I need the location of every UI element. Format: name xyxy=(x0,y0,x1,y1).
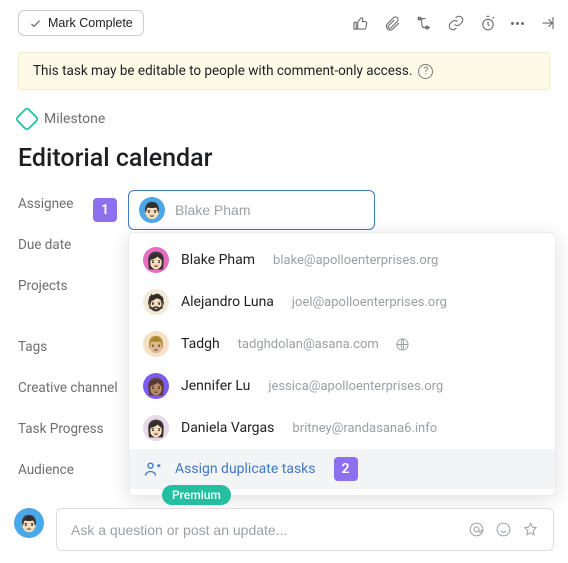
premium-badge: Premium xyxy=(162,485,231,505)
milestone-label: Milestone xyxy=(44,111,105,127)
suggestion-daniela-vargas[interactable]: 👩🏻 Daniela Vargas britney@randasana6.inf… xyxy=(129,407,555,449)
suggestion-jennifer-lu[interactable]: 👩🏽 Jennifer Lu jessica@apolloenterprises… xyxy=(129,365,555,407)
assignee-dropdown: 👩🏻 Blake Pham blake@apolloenterprises.or… xyxy=(128,232,556,496)
star-icon[interactable] xyxy=(522,521,539,538)
suggestion-blake-pham[interactable]: 👩🏻 Blake Pham blake@apolloenterprises.or… xyxy=(129,239,555,281)
assign-duplicate-tasks[interactable]: Assign duplicate tasks 2 xyxy=(129,449,555,489)
suggestion-name: Alejandro Luna xyxy=(181,294,274,310)
suggestion-name: Tadgh xyxy=(181,336,220,352)
access-notice-banner: This task may be editable to people with… xyxy=(18,52,550,90)
avatar: 🧔🏻 xyxy=(143,289,169,315)
avatar: 👩🏻 xyxy=(143,415,169,441)
mark-complete-label: Mark Complete xyxy=(48,16,133,30)
avatar: 👩🏽 xyxy=(143,373,169,399)
timer-icon[interactable] xyxy=(479,14,497,32)
link-icon[interactable] xyxy=(447,14,465,32)
comment-input[interactable] xyxy=(71,522,468,538)
notice-text: This task may be editable to people with… xyxy=(33,63,412,79)
suggestion-name: Blake Pham xyxy=(181,252,255,268)
current-user-avatar: 👨🏻 xyxy=(14,508,44,538)
assignee-input-wrap[interactable]: 👨🏻 xyxy=(128,190,375,230)
avatar: 👩🏻 xyxy=(143,247,169,273)
task-toolbar: Mark Complete xyxy=(0,0,568,42)
assign-duplicate-label: Assign duplicate tasks xyxy=(175,461,316,477)
help-icon[interactable]: ? xyxy=(418,64,433,79)
people-plus-icon xyxy=(143,459,163,479)
emoji-icon[interactable] xyxy=(495,521,512,538)
callout-2: 2 xyxy=(334,457,358,481)
suggestion-alejandro-luna[interactable]: 🧔🏻 Alejandro Luna joel@apolloenterprises… xyxy=(129,281,555,323)
more-icon[interactable] xyxy=(511,22,524,25)
comment-input-wrap[interactable] xyxy=(56,508,554,551)
thumbs-up-icon[interactable] xyxy=(351,14,369,32)
assignee-input[interactable] xyxy=(175,202,364,218)
suggestion-email: jessica@apolloenterprises.org xyxy=(268,379,443,394)
comment-icon-group xyxy=(468,521,539,538)
subtask-icon[interactable] xyxy=(415,14,433,32)
suggestion-email: blake@apolloenterprises.org xyxy=(273,253,438,268)
avatar: 👨🏼 xyxy=(143,331,169,357)
check-icon xyxy=(29,17,42,30)
callout-1-wrap: 1 xyxy=(93,198,117,222)
comment-area: 👨🏻 xyxy=(14,508,554,551)
mark-complete-button[interactable]: Mark Complete xyxy=(18,10,144,36)
toolbar-icon-group xyxy=(351,14,556,32)
mention-icon[interactable] xyxy=(468,521,485,538)
attachment-icon[interactable] xyxy=(383,14,401,32)
callout-1: 1 xyxy=(93,198,117,222)
task-title[interactable]: Editorial calendar xyxy=(0,140,568,191)
suggestion-email: britney@randasana6.info xyxy=(292,421,437,436)
suggestion-name: Jennifer Lu xyxy=(181,378,250,394)
suggestion-tadgh[interactable]: 👨🏼 Tadgh tadghdolan@asana.com xyxy=(129,323,555,365)
globe-icon xyxy=(395,337,410,352)
milestone-row[interactable]: Milestone xyxy=(0,106,568,140)
assignee-avatar: 👨🏻 xyxy=(139,197,165,223)
collapse-panel-icon[interactable] xyxy=(538,14,556,32)
milestone-icon xyxy=(14,106,39,131)
suggestion-email: joel@apolloenterprises.org xyxy=(292,295,447,310)
suggestion-email: tadghdolan@asana.com xyxy=(238,337,379,352)
suggestion-name: Daniela Vargas xyxy=(181,420,274,436)
